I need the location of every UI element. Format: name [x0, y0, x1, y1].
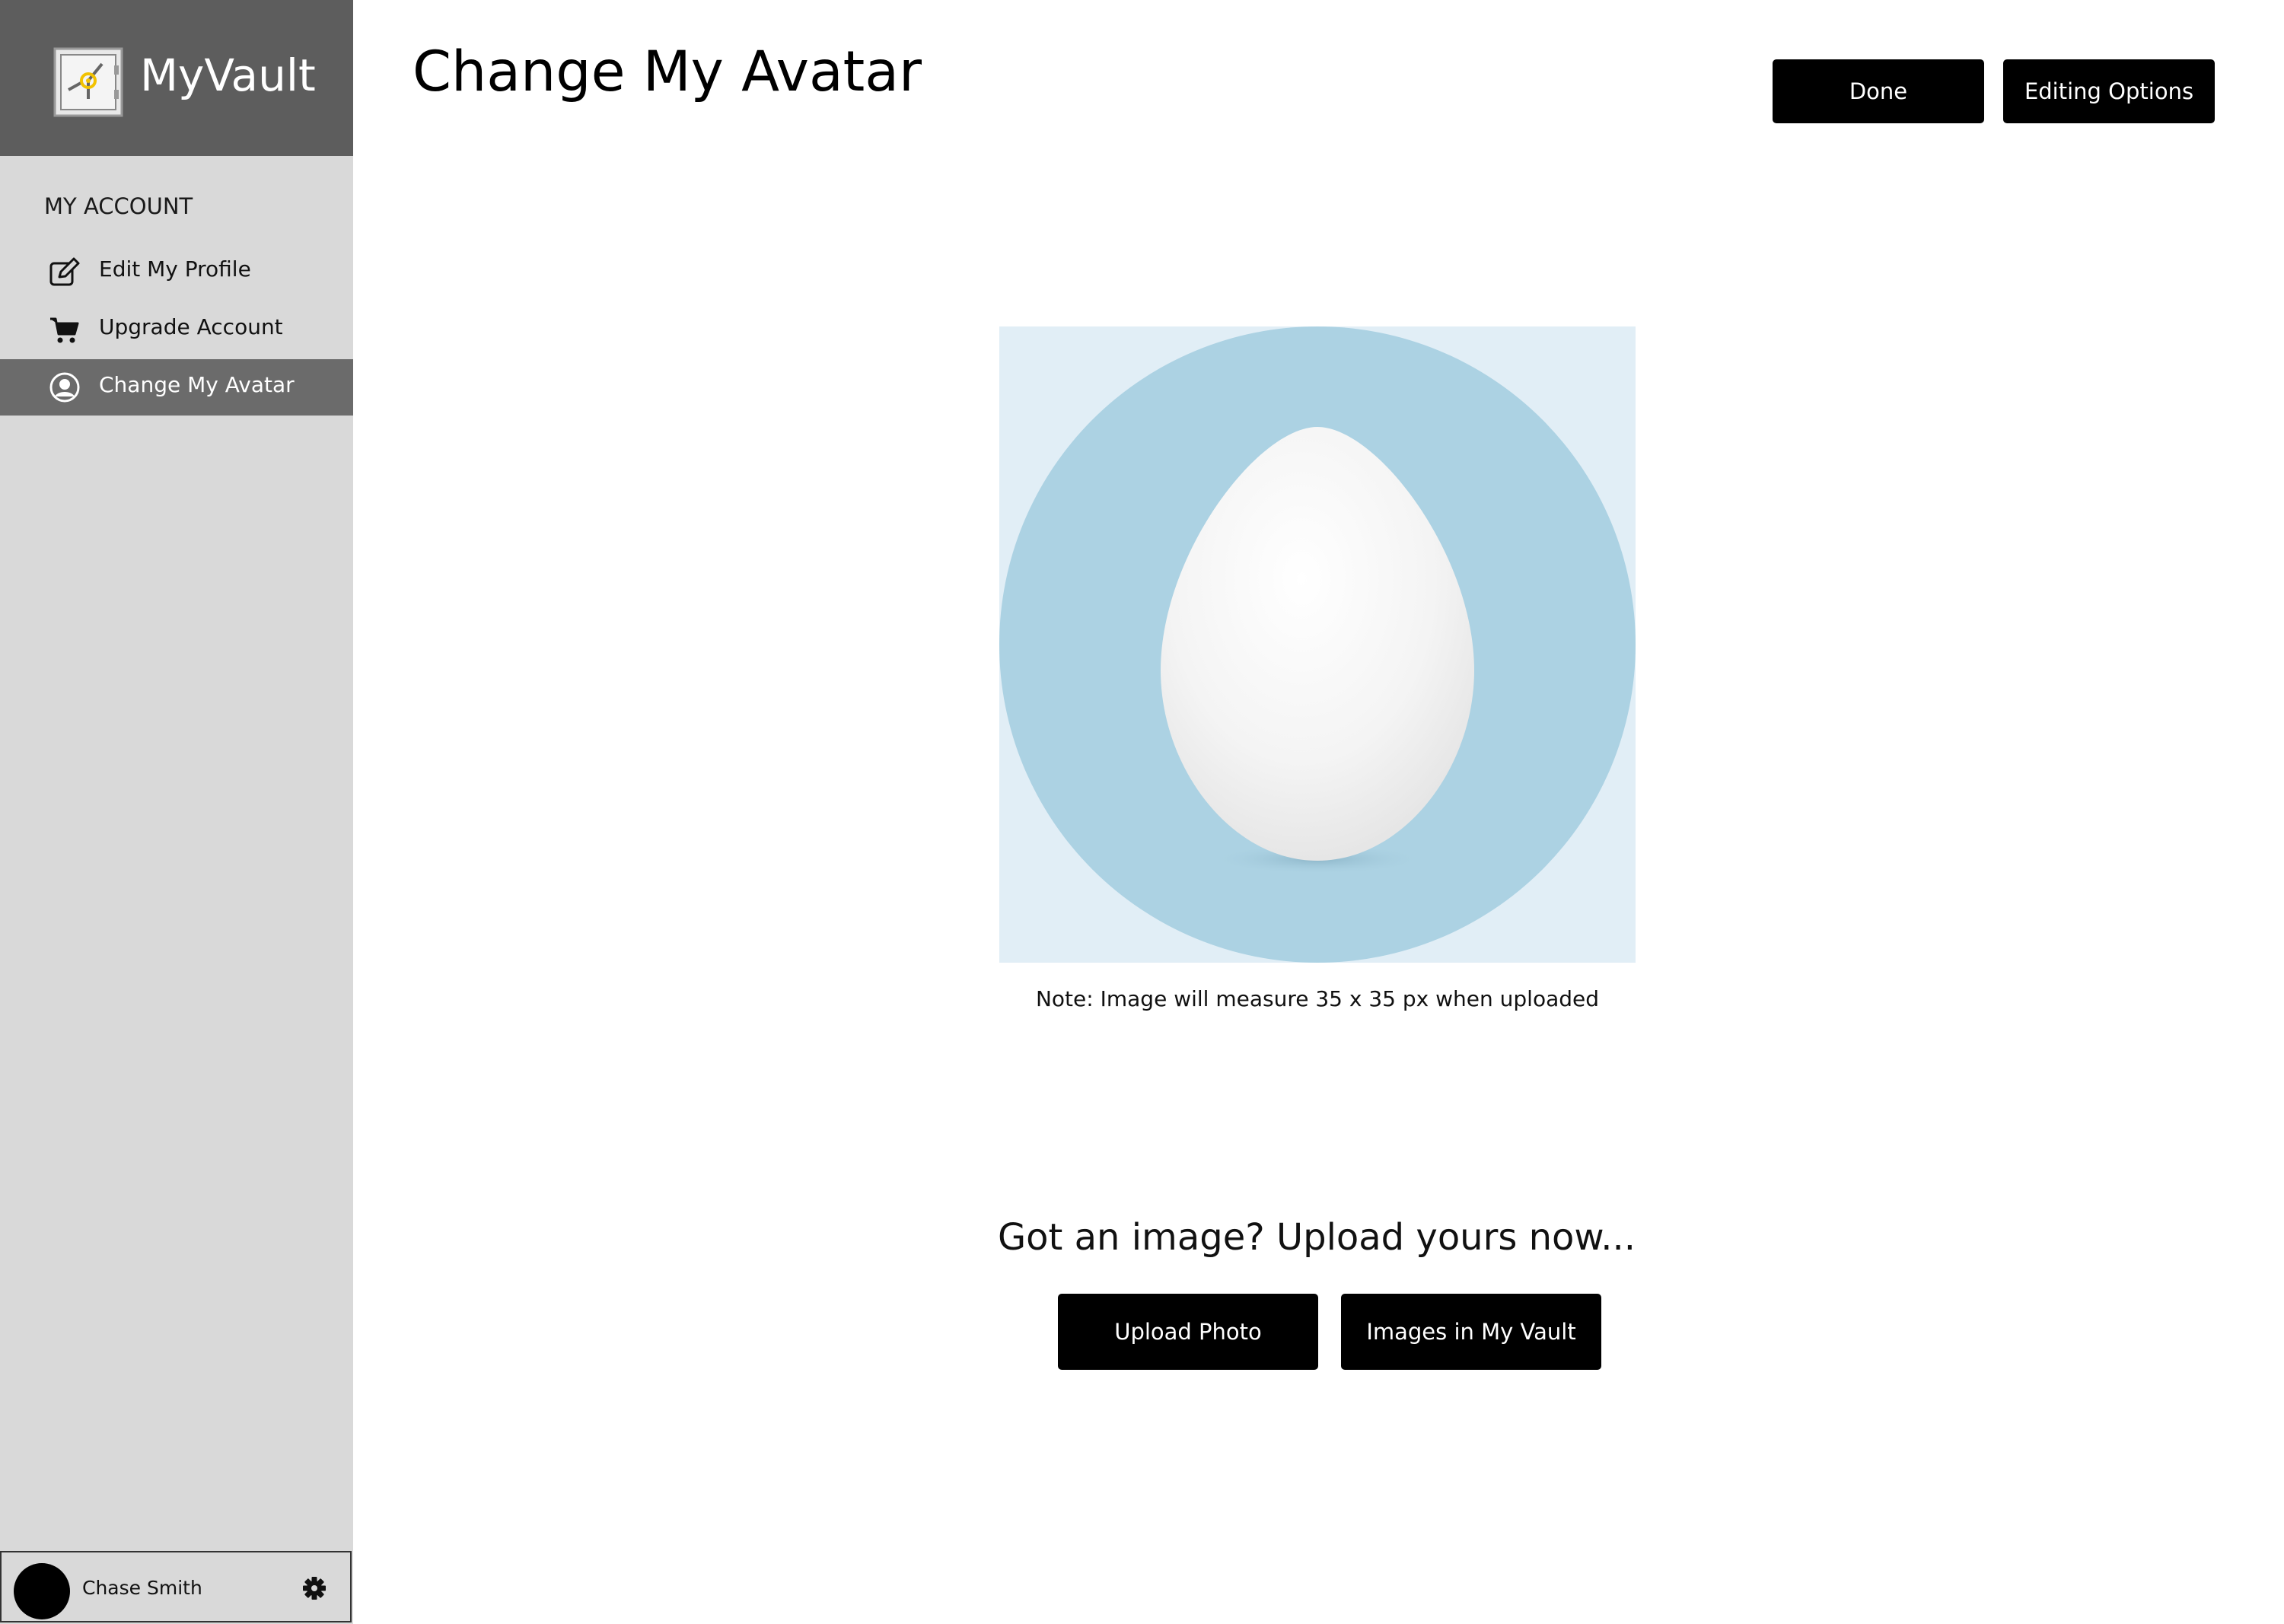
avatar[interactable]	[14, 1563, 70, 1619]
done-button[interactable]: Done	[1773, 59, 1984, 123]
editing-options-button[interactable]: Editing Options	[2003, 59, 2215, 123]
app-name: MyVault	[140, 49, 316, 101]
page-title: Change My Avatar	[413, 40, 922, 104]
edit-icon	[49, 257, 80, 286]
section-heading: MY ACCOUNT	[44, 193, 193, 219]
egg-avatar-image	[999, 326, 1636, 963]
images-in-vault-button[interactable]: Images in My Vault	[1341, 1294, 1601, 1370]
gear-icon[interactable]	[301, 1575, 327, 1601]
sidebar-item-label: Upgrade Account	[99, 314, 283, 339]
user-name: Chase Smith	[82, 1577, 202, 1599]
avatar-size-note: Note: Image will measure 35 x 35 px when…	[1035, 986, 1600, 1011]
cart-icon	[50, 317, 79, 343]
sidebar-item-label: Change My Avatar	[99, 372, 295, 397]
vault-logo-icon	[53, 47, 123, 117]
sidebar-item-edit-profile[interactable]: Edit My Profile	[0, 244, 353, 300]
sidebar-item-change-avatar[interactable]: Change My Avatar	[0, 359, 353, 416]
avatar-preview	[999, 326, 1636, 963]
sidebar-item-label: Edit My Profile	[99, 256, 251, 282]
brand-header: MyVault	[0, 0, 353, 156]
upload-photo-button[interactable]: Upload Photo	[1058, 1294, 1318, 1370]
user-footer: Chase Smith	[0, 1551, 352, 1622]
user-circle-icon	[49, 372, 80, 403]
sidebar-item-upgrade-account[interactable]: Upgrade Account	[0, 301, 353, 358]
upload-heading: Got an image? Upload yours now...	[997, 1216, 1636, 1259]
sidebar: MyVault MY ACCOUNT Edit My Profile Upgra…	[0, 0, 353, 1624]
